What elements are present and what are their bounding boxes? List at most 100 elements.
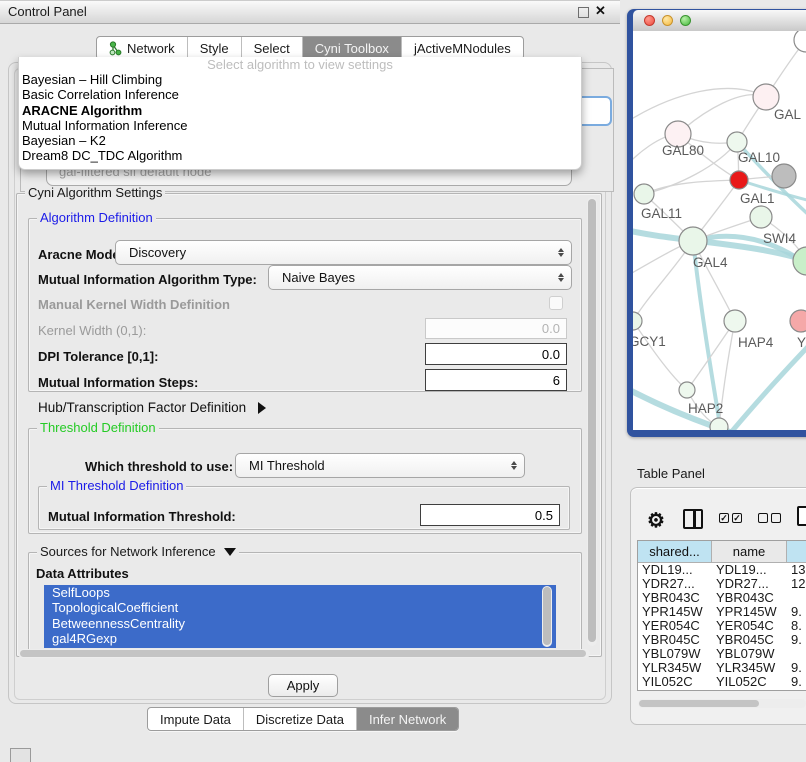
node-label: GAL80 [662,143,704,158]
network-window-titlebar [633,10,806,32]
unchecked-boxes-icon[interactable] [758,513,781,523]
table-cell: YIL052C [712,674,787,689]
algorithm-option[interactable]: ARACNE Algorithm [19,103,581,118]
column-header[interactable]: name [712,541,787,563]
tab-network[interactable]: Network [97,37,187,59]
attribute-item[interactable]: BetweennessCentrality [44,616,556,631]
gear-icon[interactable]: ⚙ [647,508,665,533]
network-canvas[interactable]: GALGAL80GAL10GAL1SWI4GAL11GAL4GCY1HAP4YH… [633,31,806,430]
network-edge[interactable] [644,180,739,194]
table-row[interactable]: YDL19...YDL19...13 [638,563,806,577]
hub-definition-toggle[interactable]: Hub/Transcription Factor Definition [38,400,266,415]
table-cell: YPR145W [638,604,712,619]
document-icon[interactable] [797,506,806,526]
table-row[interactable]: YER054CYER054C8. [638,619,806,633]
node-label: GAL1 [740,191,775,206]
algorithm-option[interactable]: Bayesian – Hill Climbing [19,72,581,87]
network-node-y[interactable] [790,310,806,332]
network-node[interactable] [710,418,728,430]
tab-select[interactable]: Select [241,37,302,59]
node-table[interactable]: shared...nameA YDL19...YDL19...13YDR27..… [637,540,806,691]
minimize-traffic-icon[interactable] [662,15,673,26]
network-node-gal4[interactable] [679,227,707,255]
cyni-bottom-tabbar: Impute DataDiscretize DataInfer Network [147,707,459,731]
network-node[interactable] [772,164,796,188]
dpi-tolerance-label: DPI Tolerance [0,1]: [38,349,158,364]
mi-steps-label: Mutual Information Steps: [38,375,198,390]
attribute-item[interactable]: SelfLoops [44,585,556,600]
table-cell: YDR27... [712,576,787,591]
network-node-gal1[interactable] [730,171,748,189]
kernel-width-field[interactable]: 0.0 [425,318,567,339]
algorithm-option[interactable]: Basic Correlation Inference [19,87,581,102]
node-label: HAP2 [688,401,723,416]
column-header[interactable]: shared... [638,541,712,563]
network-node[interactable] [793,247,806,275]
network-edge[interactable] [633,321,687,390]
mi-threshold-field[interactable]: 0.5 [420,504,560,526]
table-cell: YIL052C [638,674,712,689]
table-row[interactable]: YPR145WYPR145W9. [638,605,806,619]
table-row[interactable]: YIL052CYIL052C9. [638,674,806,688]
manual-kernel-checkbox[interactable] [549,296,563,310]
table-row[interactable]: YBL079WYBL079W [638,646,806,660]
table-cell: 12 [787,576,806,591]
column-header[interactable]: A [787,541,806,563]
attributes-scrollbar[interactable] [542,586,552,647]
apply-button[interactable]: Apply [268,674,338,697]
mi-type-select[interactable]: Naive Bayes [268,265,572,290]
split-columns-icon[interactable] [683,509,703,529]
expand-down-icon [224,548,236,556]
tab-infer-network[interactable]: Infer Network [356,708,458,730]
mi-type-label: Mutual Information Algorithm Type: [38,272,257,287]
network-node-swi4[interactable] [750,206,772,228]
tab-cyni-toolbox[interactable]: Cyni Toolbox [302,37,401,59]
network-node-gal11[interactable] [634,184,654,204]
tab-discretize-data[interactable]: Discretize Data [243,708,356,730]
network-node-hap2[interactable] [679,382,695,398]
table-cell: YBR043C [712,590,787,605]
close-icon[interactable]: ✕ [595,3,606,19]
settings-horizontal-scrollbar[interactable] [18,649,590,658]
node-label: GAL4 [693,255,728,270]
network-node[interactable] [794,31,806,52]
network-edge[interactable] [678,95,766,134]
attribute-item[interactable]: TopologicalCoefficient [44,600,556,615]
table-row[interactable]: YDR27...YDR27...12 [638,577,806,591]
table-cell: YBR043C [638,590,712,605]
zoom-traffic-icon[interactable] [680,15,691,26]
tab-impute-data[interactable]: Impute Data [148,708,243,730]
table-row[interactable]: YBR045CYBR045C9. [638,632,806,646]
network-node-hap4[interactable] [724,310,746,332]
aracne-mode-label: Aracne Mode: [38,247,124,262]
float-panel-icon[interactable] [578,7,589,18]
which-threshold-select[interactable]: MI Threshold [235,453,525,478]
table-cell: 9. [787,632,806,647]
dpi-tolerance-field[interactable]: 0.0 [425,343,567,365]
network-node-gcy1[interactable] [633,312,642,330]
attribute-item[interactable]: gal4RGexp [44,631,556,646]
network-node-gal10[interactable] [727,132,747,152]
algorithm-option[interactable]: Mutual Information Inference [19,118,581,133]
aracne-mode-select[interactable]: Discovery [115,240,572,265]
minimized-panel-icon[interactable] [10,748,31,762]
table-horizontal-scrollbar[interactable] [638,699,806,708]
algorithm-option[interactable]: Bayesian – K2 [19,133,581,148]
table-cell: YBR045C [712,632,787,647]
checked-boxes-icon[interactable]: ✓✓ [719,513,742,523]
settings-vertical-scrollbar[interactable] [587,197,597,646]
tab-label: Style [200,41,229,56]
table-row[interactable]: YBR043CYBR043C [638,591,806,605]
sources-toggle[interactable]: Sources for Network Inference [37,545,239,559]
algorithm-option[interactable]: Dream8 DC_TDC Algorithm [19,148,581,163]
network-edge[interactable] [633,241,693,321]
chevron-updown-icon [558,248,564,257]
table-row[interactable]: YLR345WYLR345W9. [638,660,806,674]
kernel-width-label: Kernel Width (0,1): [38,323,146,338]
tab-jactivemnodules[interactable]: jActiveMNodules [401,37,523,59]
table-cell: YER054C [712,618,787,633]
table-cell: YDL19... [712,562,787,577]
tab-style[interactable]: Style [187,37,241,59]
mi-steps-field[interactable]: 6 [425,369,567,391]
close-traffic-icon[interactable] [644,15,655,26]
